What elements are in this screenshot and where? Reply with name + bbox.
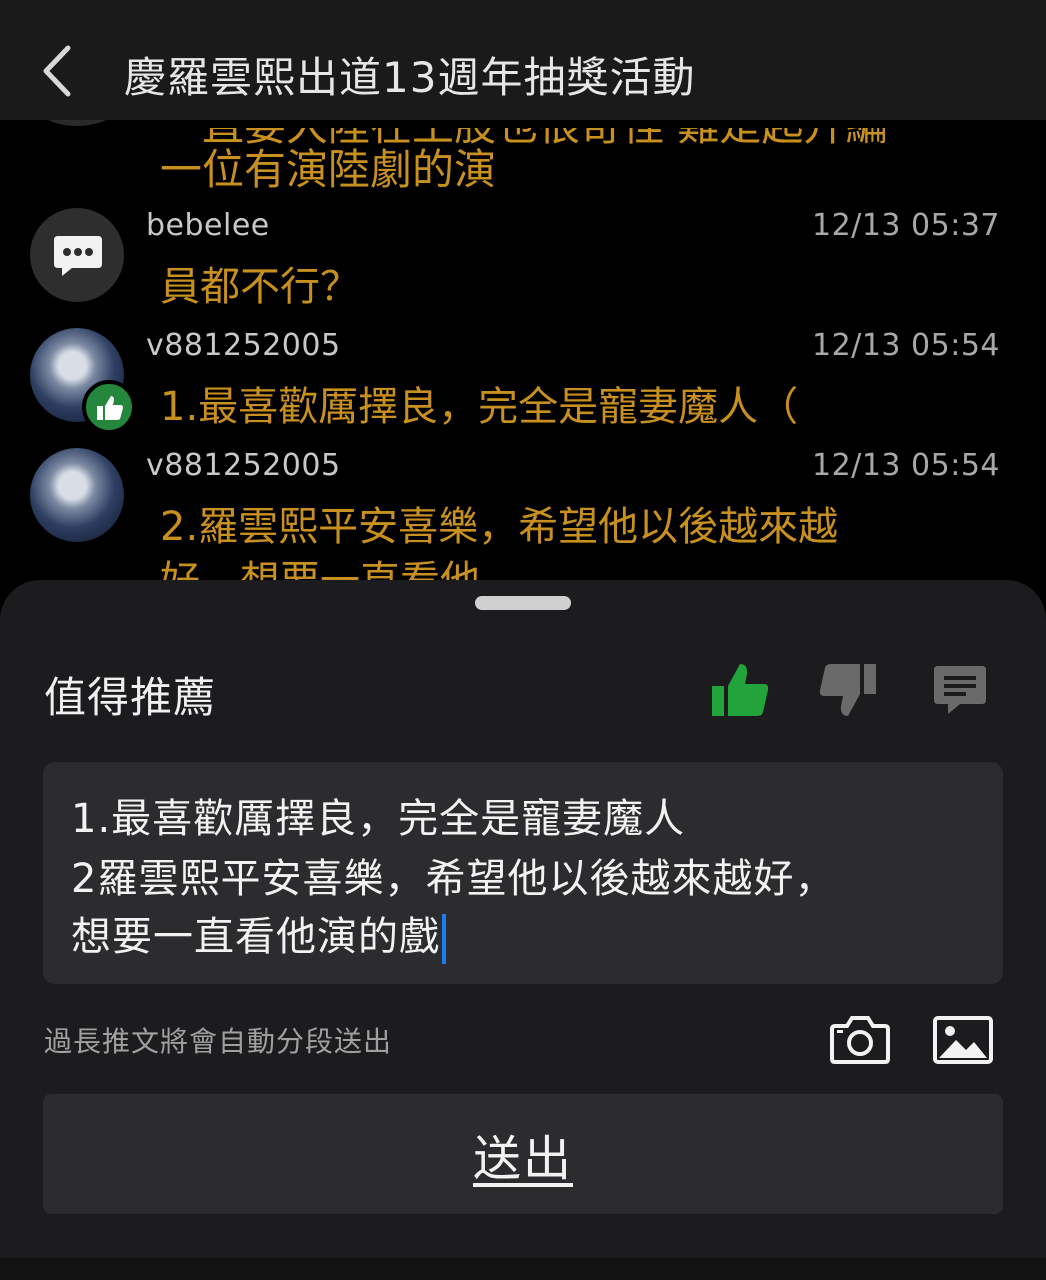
page-title: 慶羅雲熙出道13週年抽獎活動 (124, 53, 696, 102)
comment-input[interactable]: 1.最喜歡厲擇良，完全是寵妻魔人 2羅雲熙平安喜樂，希望他以後越來越好， 想要一… (43, 762, 1003, 984)
screen: 一直要大陸在王股也很奇怪 難是起升編 一位有演陸劇的演 bebelee 12/1… (0, 0, 1046, 1280)
avatar (30, 208, 124, 302)
comment-user[interactable]: v881252005 (146, 328, 341, 363)
comment-time: 12/13 05:37 (812, 208, 1000, 243)
editor-line: 1.最喜歡厲擇良，完全是寵妻魔人 (71, 796, 686, 842)
comment-text: 員都不行？ (160, 264, 360, 310)
comment-text: 2.羅雲熙平安喜樂，希望他以後越來越 (160, 504, 839, 550)
back-arrow-icon[interactable] (40, 44, 74, 98)
sheet-drag-handle[interactable] (475, 596, 571, 610)
like-badge (82, 380, 136, 434)
chat-bubble-icon (54, 236, 102, 276)
camera-icon[interactable] (829, 1014, 891, 1066)
thumbs-down-icon[interactable] (818, 662, 878, 718)
avatar (30, 448, 124, 542)
length-hint: 過長推文將會自動分段送出 (44, 1025, 393, 1058)
bottom-edge (0, 1258, 1046, 1280)
editor-line: 想要一直看他演的戲 (71, 914, 440, 960)
comment-user[interactable]: v881252005 (146, 448, 341, 483)
vote-label: 值得推薦 (44, 673, 217, 722)
partial-comment-text-2: 一位有演陸劇的演 (160, 145, 497, 194)
comment-time: 12/13 05:54 (812, 448, 1000, 483)
image-icon[interactable] (932, 1014, 994, 1066)
comment-time: 12/13 05:54 (812, 328, 1000, 363)
top-bar: 慶羅雲熙出道13週年抽獎活動 (0, 0, 1046, 120)
thumbs-up-icon[interactable] (710, 662, 770, 718)
comment-icon[interactable] (930, 662, 990, 718)
editor-line-with-caret: 想要一直看他演的戲 (71, 904, 446, 964)
reply-sheet: 值得推薦 1.最喜歡厲擇良，完全是寵妻魔人 2羅雲熙平安喜樂，希望他以後越來越好… (0, 580, 1046, 1260)
submit-label: 送出 (472, 1131, 573, 1187)
text-caret (442, 914, 446, 964)
comment-text: 1.最喜歡厲擇良，完全是寵妻魔人（ (160, 384, 799, 430)
editor-line: 2羅雲熙平安喜樂，希望他以後越來越好， (71, 856, 836, 902)
comment-user[interactable]: bebelee (146, 208, 270, 243)
submit-button[interactable]: 送出 (43, 1094, 1003, 1214)
thumbs-up-icon (97, 396, 123, 420)
